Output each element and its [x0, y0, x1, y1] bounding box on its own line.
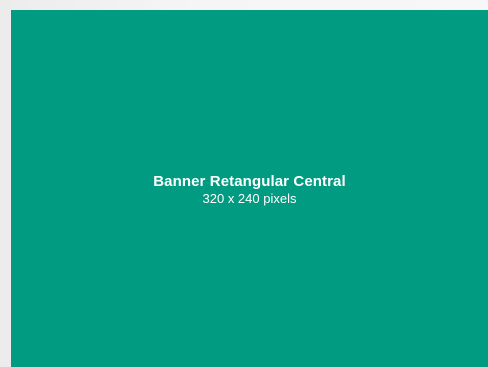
ad-banner-placeholder[interactable]: Banner Retangular Central 320 x 240 pixe… — [11, 10, 488, 367]
banner-size-label: 320 x 240 pixels — [202, 190, 297, 206]
banner-text-block: Banner Retangular Central 320 x 240 pixe… — [153, 174, 346, 206]
banner-title: Banner Retangular Central — [153, 173, 346, 191]
